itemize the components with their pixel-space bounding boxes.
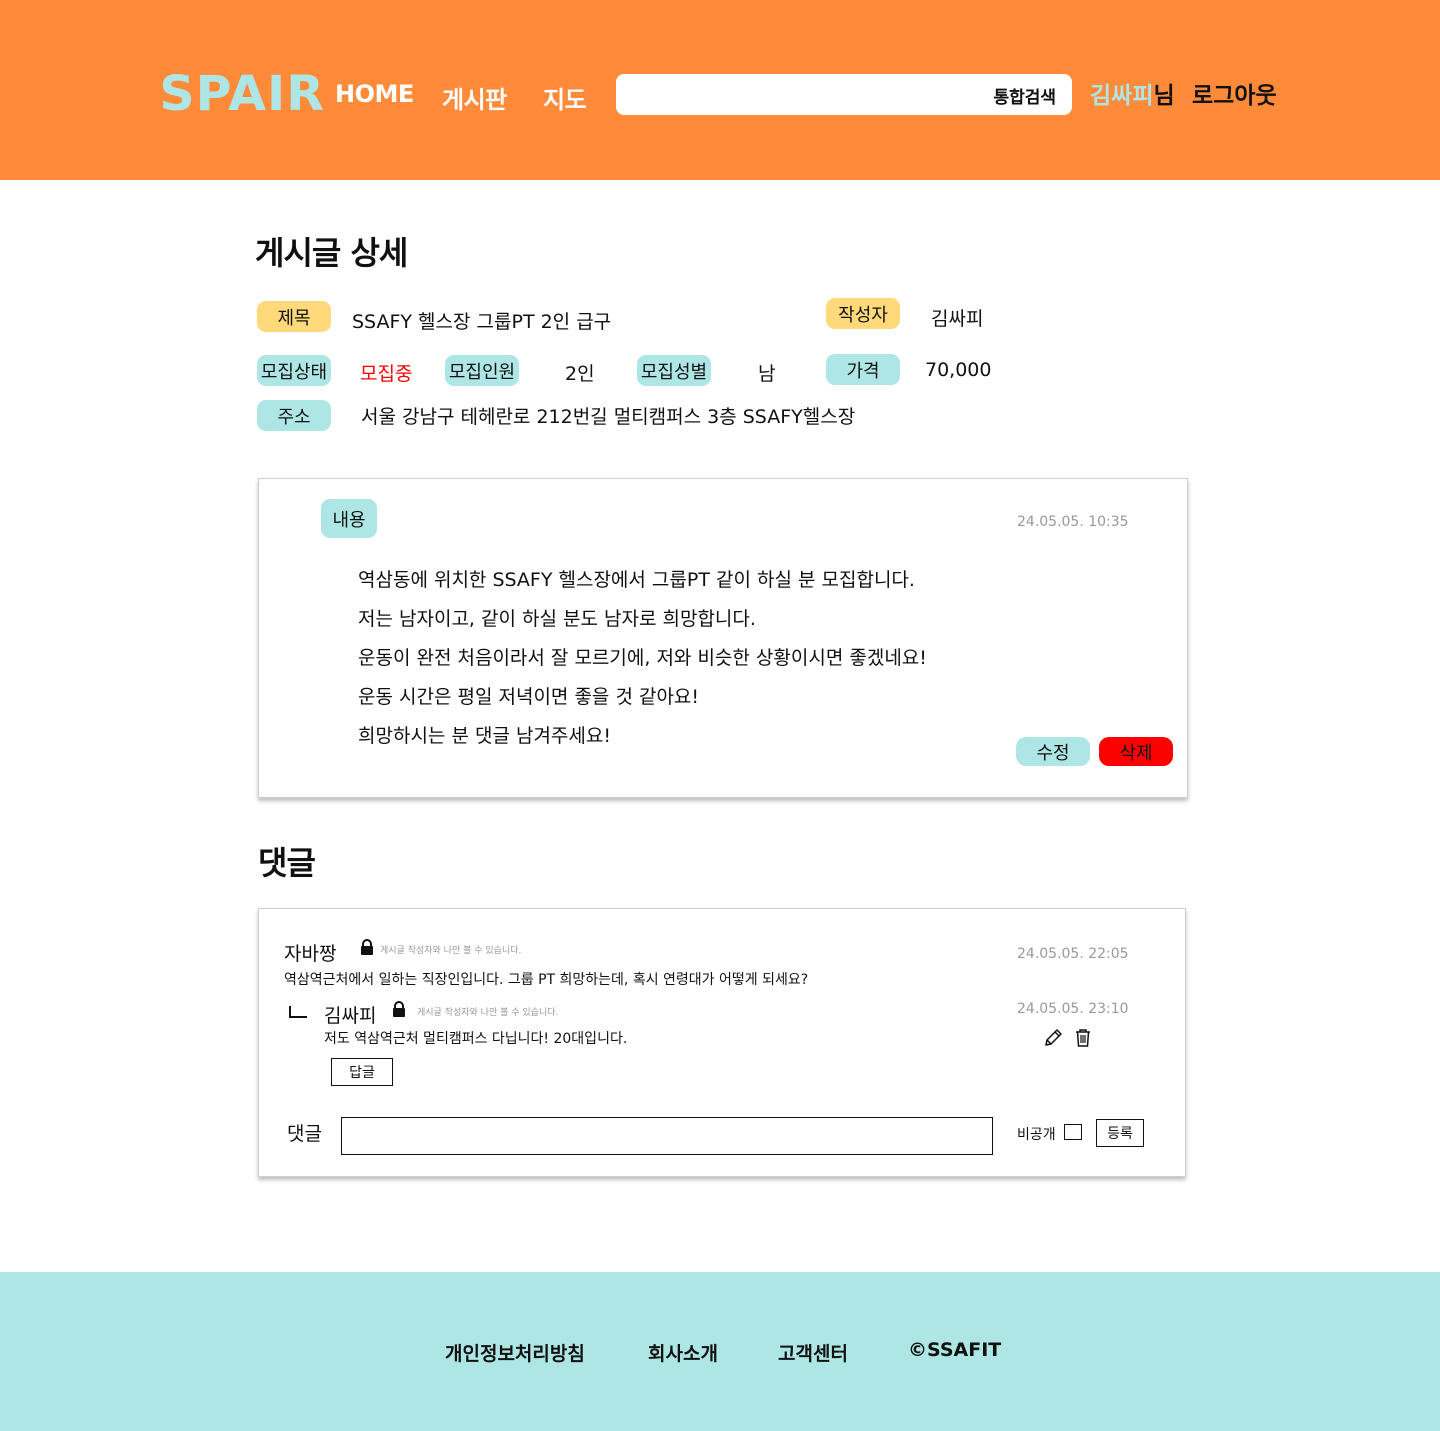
title-label: 제목 — [257, 301, 331, 332]
header: SPAIR HOME 게시판 지도 통합검색 김싸피님 로그아웃 — [0, 0, 1440, 180]
address-value: 서울 강남구 테헤란로 212번길 멀티캠퍼스 3층 SSAFY헬스장 — [361, 406, 856, 428]
reply-arrow-icon — [289, 1006, 307, 1018]
footer-about-link[interactable]: 회사소개 — [648, 1339, 718, 1366]
price-value: 70,000 — [925, 359, 992, 381]
trash-icon[interactable] — [1072, 1027, 1094, 1049]
author-value: 김싸피 — [931, 308, 984, 330]
footer-privacy-link[interactable]: 개인정보처리방침 — [445, 1339, 585, 1366]
count-label: 모집인원 — [445, 355, 519, 386]
private-label: 비공개 — [1017, 1127, 1056, 1143]
pencil-icon[interactable] — [1042, 1027, 1064, 1049]
edit-button[interactable]: 수정 — [1016, 737, 1090, 766]
comments-title: 댓글 — [258, 844, 316, 882]
reply-author: 김싸피 — [324, 1005, 377, 1027]
author-label: 작성자 — [826, 298, 900, 329]
search-input[interactable] — [628, 80, 968, 108]
content-date: 24.05.05. 10:35 — [1017, 514, 1129, 530]
gender-label: 모집성별 — [637, 355, 711, 386]
status-label: 모집상태 — [257, 355, 331, 386]
content-line: 운동이 완전 처음이라서 잘 모르기에, 저와 비슷한 상황이시면 좋겠네요! — [358, 647, 927, 669]
title-value: SSAFY 헬스장 그룹PT 2인 급구 — [352, 311, 612, 333]
nav-home[interactable]: HOME — [335, 80, 414, 108]
user-suffix: 님 — [1153, 83, 1175, 109]
comments-card: 자바짱 게시글 작성자와 나만 볼 수 있습니다. 24.05.05. 22:0… — [258, 908, 1186, 1177]
content-line: 저는 남자이고, 같이 하실 분도 남자로 희망합니다. — [358, 608, 756, 630]
address-label: 주소 — [257, 400, 331, 431]
nav-map[interactable]: 지도 — [543, 80, 587, 115]
search-button[interactable]: 통합검색 — [993, 83, 1056, 108]
reply-text: 저도 역삼역근처 멀티캠퍼스 다닙니다! 20대입니다. — [324, 1031, 628, 1047]
submit-button[interactable]: 등록 — [1096, 1119, 1144, 1147]
lock-icon — [393, 1001, 405, 1017]
nav-board[interactable]: 게시판 — [442, 80, 507, 115]
reply-button[interactable]: 답글 — [331, 1058, 393, 1086]
content-line: 운동 시간은 평일 저녁이면 좋을 것 같아요! — [358, 686, 700, 708]
private-note: 게시글 작성자와 나만 볼 수 있습니다. — [417, 1008, 559, 1018]
user-greeting: 김싸피님 — [1090, 76, 1175, 110]
gender-value: 남 — [758, 363, 776, 385]
search-box: 통합검색 — [616, 74, 1072, 115]
count-value: 2인 — [565, 363, 595, 385]
logo[interactable]: SPAIR — [159, 66, 325, 122]
comment-input-label: 댓글 — [287, 1123, 322, 1145]
comment-author: 자바짱 — [284, 943, 337, 965]
delete-button[interactable]: 삭제 — [1099, 737, 1173, 766]
footer-copyright: ©SSAFIT — [908, 1339, 1002, 1361]
price-label: 가격 — [826, 354, 900, 385]
private-checkbox[interactable] — [1064, 1124, 1082, 1140]
footer-support-link[interactable]: 고객센터 — [778, 1339, 848, 1366]
comment-input[interactable] — [341, 1117, 993, 1155]
user-name: 김싸피 — [1090, 83, 1154, 109]
content-line: 희망하시는 분 댓글 남겨주세요! — [358, 725, 611, 747]
content-card: 내용 24.05.05. 10:35 역삼동에 위치한 SSAFY 헬스장에서 … — [258, 478, 1188, 798]
content-line: 역삼동에 위치한 SSAFY 헬스장에서 그룹PT 같이 하실 분 모집합니다. — [358, 569, 915, 591]
comment-text: 역삼역근처에서 일하는 직장인입니다. 그룹 PT 희망하는데, 혹시 연령대가… — [284, 972, 809, 988]
private-note: 게시글 작성자와 나만 볼 수 있습니다. — [380, 946, 522, 956]
content-label: 내용 — [321, 499, 377, 538]
comment-date: 24.05.05. 22:05 — [1017, 946, 1129, 962]
content-body: 역삼동에 위치한 SSAFY 헬스장에서 그룹PT 같이 하실 분 모집합니다.… — [358, 561, 927, 756]
reply-date: 24.05.05. 23:10 — [1017, 1001, 1129, 1017]
logout-button[interactable]: 로그아웃 — [1192, 76, 1277, 110]
page-title: 게시글 상세 — [255, 234, 408, 272]
footer: 개인정보처리방침 회사소개 고객센터 ©SSAFIT — [0, 1272, 1440, 1431]
status-value: 모집중 — [360, 363, 413, 385]
lock-icon — [361, 939, 373, 955]
